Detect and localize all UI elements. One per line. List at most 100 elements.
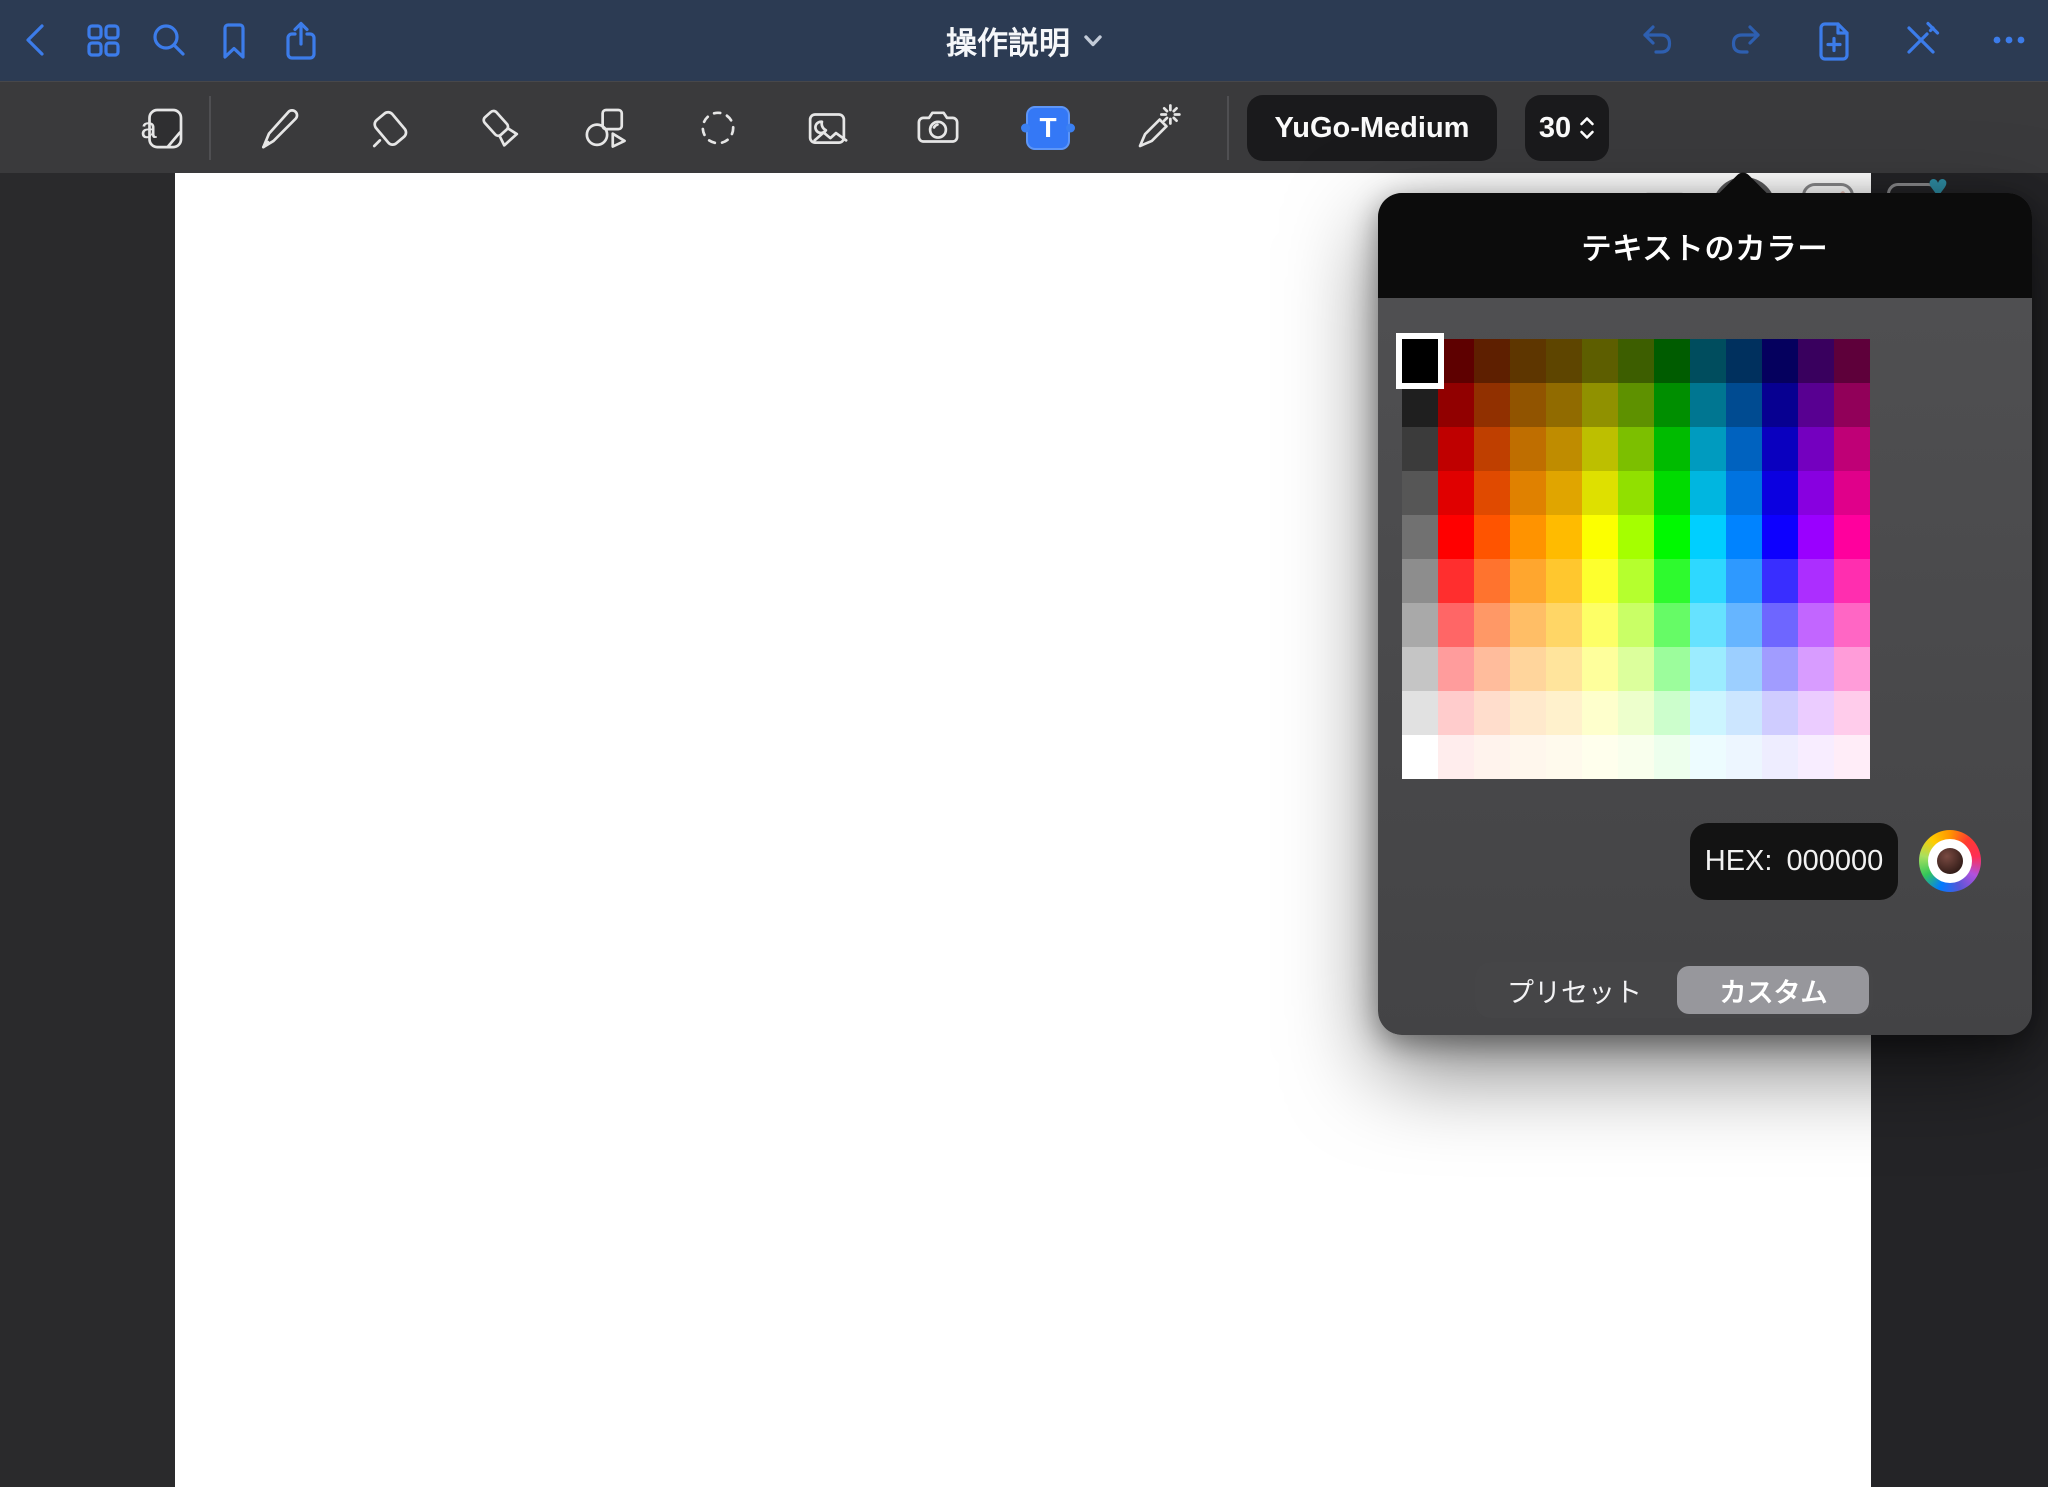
add-page-button[interactable] [1806, 12, 1862, 68]
color-swatch[interactable] [1510, 603, 1546, 647]
color-swatch[interactable] [1474, 427, 1510, 471]
color-swatch[interactable] [1726, 471, 1762, 515]
color-swatch[interactable] [1474, 603, 1510, 647]
color-swatch[interactable] [1402, 691, 1438, 735]
laser-pointer-tool[interactable] [1131, 100, 1185, 156]
color-swatch[interactable] [1510, 515, 1546, 559]
color-swatch[interactable] [1582, 735, 1618, 779]
color-swatch[interactable] [1510, 691, 1546, 735]
undo-button[interactable] [1630, 12, 1686, 68]
color-swatch[interactable] [1834, 691, 1870, 735]
color-swatch[interactable] [1618, 339, 1654, 383]
color-swatch[interactable] [1402, 559, 1438, 603]
color-swatch[interactable] [1762, 339, 1798, 383]
color-swatch[interactable] [1582, 339, 1618, 383]
color-swatch[interactable] [1402, 427, 1438, 471]
color-swatch[interactable] [1510, 647, 1546, 691]
color-swatch[interactable] [1582, 647, 1618, 691]
color-swatch[interactable] [1798, 735, 1834, 779]
color-swatch[interactable] [1834, 735, 1870, 779]
camera-tool[interactable] [911, 100, 965, 156]
color-swatch[interactable] [1546, 603, 1582, 647]
color-swatch[interactable] [1798, 647, 1834, 691]
color-swatch[interactable] [1582, 559, 1618, 603]
color-swatch[interactable] [1438, 383, 1474, 427]
text-tool[interactable]: T [1021, 100, 1075, 156]
color-swatch[interactable] [1546, 647, 1582, 691]
color-swatch[interactable] [1474, 339, 1510, 383]
color-swatch[interactable] [1690, 383, 1726, 427]
color-swatch[interactable] [1798, 339, 1834, 383]
color-swatch[interactable] [1762, 383, 1798, 427]
color-swatch[interactable] [1690, 427, 1726, 471]
color-swatch[interactable] [1762, 647, 1798, 691]
color-swatch[interactable] [1726, 383, 1762, 427]
color-swatch[interactable] [1762, 559, 1798, 603]
color-swatch[interactable] [1438, 515, 1474, 559]
color-swatch[interactable] [1654, 471, 1690, 515]
color-swatch[interactable] [1690, 471, 1726, 515]
color-swatch[interactable] [1654, 559, 1690, 603]
color-swatch[interactable] [1834, 383, 1870, 427]
color-swatch[interactable] [1510, 735, 1546, 779]
color-swatch[interactable] [1834, 339, 1870, 383]
color-swatch[interactable] [1510, 339, 1546, 383]
color-swatch[interactable] [1582, 383, 1618, 427]
color-swatch[interactable] [1834, 647, 1870, 691]
shapes-tool[interactable] [579, 100, 633, 156]
tab-custom[interactable]: カスタム [1674, 962, 1873, 1018]
color-swatch[interactable] [1618, 735, 1654, 779]
color-swatch[interactable] [1582, 427, 1618, 471]
color-swatch[interactable] [1474, 647, 1510, 691]
color-swatch[interactable] [1618, 471, 1654, 515]
more-button[interactable] [1981, 12, 2037, 68]
color-swatch[interactable] [1798, 383, 1834, 427]
color-swatch[interactable] [1690, 339, 1726, 383]
color-swatch[interactable] [1762, 691, 1798, 735]
image-tool[interactable] [800, 100, 854, 156]
color-swatch[interactable] [1654, 603, 1690, 647]
share-button[interactable] [273, 12, 329, 68]
color-swatch[interactable] [1546, 559, 1582, 603]
sidebar-page-tool[interactable]: a [136, 100, 190, 156]
color-swatch[interactable] [1690, 559, 1726, 603]
color-swatch[interactable] [1798, 691, 1834, 735]
color-swatch[interactable] [1798, 515, 1834, 559]
color-swatch[interactable] [1438, 735, 1474, 779]
color-swatch[interactable] [1582, 515, 1618, 559]
color-swatch[interactable] [1654, 383, 1690, 427]
color-swatch[interactable] [1834, 559, 1870, 603]
color-swatch[interactable] [1618, 383, 1654, 427]
color-swatch[interactable] [1726, 735, 1762, 779]
color-swatch[interactable] [1726, 647, 1762, 691]
color-swatch[interactable] [1438, 471, 1474, 515]
color-swatch[interactable] [1546, 515, 1582, 559]
color-swatch[interactable] [1402, 515, 1438, 559]
color-swatch[interactable] [1834, 603, 1870, 647]
color-swatch[interactable] [1438, 427, 1474, 471]
color-swatch[interactable] [1654, 339, 1690, 383]
back-button[interactable] [9, 12, 65, 68]
color-swatch[interactable] [1618, 647, 1654, 691]
selected-color-cell[interactable] [1396, 333, 1444, 389]
color-swatch[interactable] [1726, 339, 1762, 383]
color-swatch[interactable] [1690, 603, 1726, 647]
color-swatch[interactable] [1798, 603, 1834, 647]
color-swatch[interactable] [1654, 647, 1690, 691]
pen-tool[interactable] [251, 100, 305, 156]
pen-off-button[interactable] [1893, 12, 1949, 68]
color-wheel-button[interactable] [1919, 830, 1981, 892]
color-swatch[interactable] [1618, 691, 1654, 735]
search-button[interactable] [141, 12, 197, 68]
color-swatch[interactable] [1690, 691, 1726, 735]
color-swatch[interactable] [1546, 471, 1582, 515]
font-size-stepper[interactable]: 30 [1525, 95, 1609, 161]
color-swatch[interactable] [1402, 603, 1438, 647]
color-swatch[interactable] [1834, 515, 1870, 559]
color-swatch[interactable] [1402, 471, 1438, 515]
color-swatch[interactable] [1510, 559, 1546, 603]
color-swatch[interactable] [1474, 735, 1510, 779]
color-swatch[interactable] [1546, 691, 1582, 735]
color-swatch[interactable] [1834, 471, 1870, 515]
color-swatch[interactable] [1402, 647, 1438, 691]
